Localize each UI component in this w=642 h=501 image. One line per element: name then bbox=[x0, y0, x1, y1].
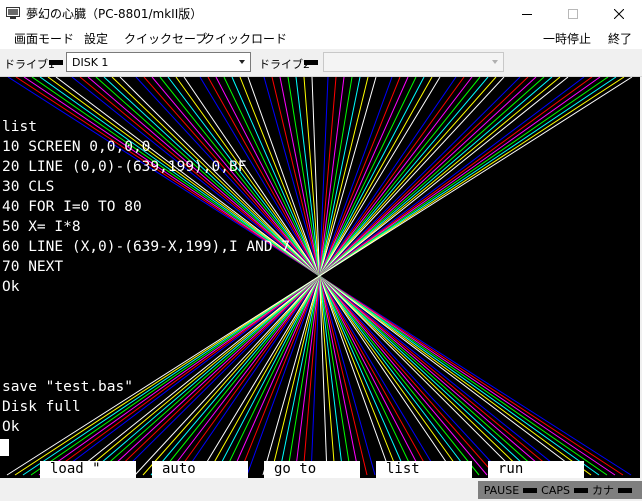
minimize-button[interactable] bbox=[504, 0, 550, 27]
screen-text-line: 40 FOR I=0 TO 80 bbox=[2, 199, 142, 215]
maximize-button[interactable] bbox=[550, 0, 596, 27]
screen-text-line: Ok bbox=[2, 419, 20, 435]
menu-pause[interactable]: 一時停止 bbox=[543, 30, 591, 47]
maximize-icon bbox=[568, 8, 578, 19]
minimize-icon bbox=[522, 13, 532, 15]
function-key-4: list bbox=[376, 461, 472, 478]
screen-text-line: Disk full bbox=[2, 399, 81, 415]
caps-led bbox=[574, 487, 588, 493]
screen-text-line: 70 NEXT bbox=[2, 259, 63, 275]
menu-bar: 画面モード 設定 クイックセーブ クイックロード 一時停止 終了 bbox=[0, 27, 642, 49]
status-bar: PAUSE CAPS カナ bbox=[0, 478, 642, 501]
kana-indicator: カナ bbox=[592, 484, 614, 497]
screen-text: list 10 SCREEN 0,0,0,0 20 LINE (0,0)-(639,… bbox=[2, 119, 290, 435]
drive-toolbar: ドライブ1 DISK 1 ドライブ2 bbox=[0, 49, 642, 77]
function-key-5: run bbox=[488, 461, 584, 478]
menu-screen-mode[interactable]: 画面モード bbox=[14, 30, 74, 47]
kana-led bbox=[618, 487, 632, 493]
text-cursor bbox=[0, 439, 9, 456]
screen-text-line: list bbox=[2, 119, 37, 135]
function-key-3: go to bbox=[264, 461, 360, 478]
app-icon bbox=[6, 7, 20, 19]
function-key-2: auto bbox=[152, 461, 248, 478]
status-indicators: PAUSE CAPS カナ bbox=[477, 481, 642, 499]
screen-text-line: 50 X= I*8 bbox=[2, 219, 81, 235]
pause-indicator: PAUSE bbox=[483, 483, 520, 497]
screen-text-line: Ok bbox=[2, 279, 20, 295]
line-pattern bbox=[6, 77, 633, 476]
chevron-down-icon bbox=[492, 60, 498, 64]
drive1-access-led bbox=[49, 60, 63, 65]
drive1-select[interactable]: DISK 1 bbox=[66, 52, 251, 72]
drive1-label: ドライブ1 bbox=[4, 58, 55, 71]
drive2-select[interactable] bbox=[323, 52, 504, 72]
screen-text-line: 10 SCREEN 0,0,0,0 bbox=[2, 139, 150, 155]
crt-display: list 10 SCREEN 0,0,0,0 20 LINE (0,0)-(639,… bbox=[0, 77, 633, 476]
screen-text-line: 30 CLS bbox=[2, 179, 54, 195]
close-button[interactable] bbox=[596, 0, 642, 27]
close-icon bbox=[614, 8, 624, 19]
title-bar: 夢幻の心臓（PC-8801/mkII版） bbox=[0, 0, 642, 27]
menu-exit[interactable]: 終了 bbox=[608, 30, 632, 47]
drive1-value: DISK 1 bbox=[72, 56, 109, 69]
chevron-down-icon bbox=[239, 60, 245, 64]
emulator-screen[interactable]: list 10 SCREEN 0,0,0,0 20 LINE (0,0)-(639,… bbox=[0, 77, 640, 478]
screen-text-line: 60 LINE (X,0)-(639-X,199),I AND 7 bbox=[2, 239, 290, 255]
screen-text-line: save "test.bas" bbox=[2, 379, 133, 395]
menu-quick-load[interactable]: クイックロード bbox=[203, 30, 287, 47]
menu-quick-save[interactable]: クイックセーブ bbox=[124, 30, 207, 47]
window-title: 夢幻の心臓（PC-8801/mkII版） bbox=[26, 7, 203, 21]
caps-indicator: CAPS bbox=[541, 483, 570, 497]
drive2-label: ドライブ2 bbox=[259, 58, 310, 71]
function-key-1: load " bbox=[40, 461, 136, 478]
function-key-bar: load " auto go to list run bbox=[0, 458, 640, 478]
screen-text-line: 20 LINE (0,0)-(639,199),0,BF bbox=[2, 159, 246, 175]
pause-led bbox=[523, 487, 538, 493]
drive2-access-led bbox=[304, 60, 318, 65]
menu-settings[interactable]: 設定 bbox=[84, 30, 108, 47]
